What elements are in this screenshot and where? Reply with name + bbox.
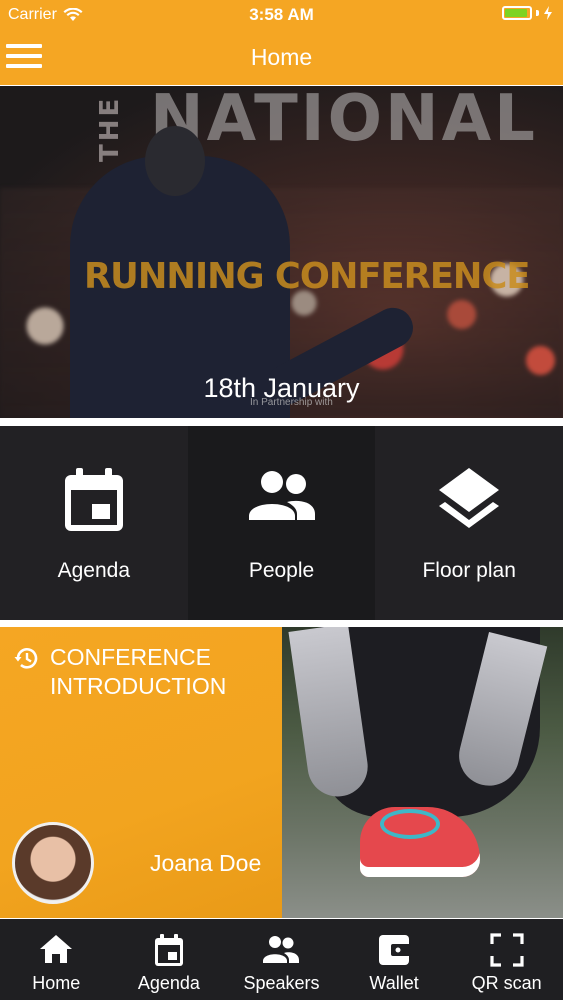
bottom-tab-bar: Home Agenda Speakers Wallet QR scan <box>0 919 563 1000</box>
tab-wallet[interactable]: Wallet <box>338 919 451 1000</box>
charging-bolt-icon <box>544 6 552 20</box>
speaker-head <box>145 126 205 196</box>
tab-speakers-label: Speakers <box>243 973 320 993</box>
qr-scan-icon <box>490 933 524 967</box>
people-icon <box>248 471 315 520</box>
partnership-text: In Partnership with <box>250 397 333 408</box>
status-bar: Carrier 3:58 AM <box>0 0 563 30</box>
layers-icon <box>439 468 500 528</box>
tab-home-label: Home <box>32 973 81 993</box>
tile-people[interactable]: People <box>187 426 376 620</box>
battery-icon <box>502 6 532 20</box>
home-icon <box>40 935 73 963</box>
hero-title-the: THE <box>95 95 125 162</box>
status-time: 3:58 AM <box>249 5 314 24</box>
tile-floor-plan[interactable]: Floor plan <box>375 426 563 620</box>
intro-title: CONFERENCE INTRODUCTION <box>14 643 226 701</box>
tab-qr-scan[interactable]: QR scan <box>450 919 563 1000</box>
tab-home[interactable]: Home <box>0 919 113 1000</box>
speaker-name: Joana Doe <box>150 850 262 876</box>
shoe-laces <box>380 809 440 839</box>
calendar-icon <box>64 468 123 531</box>
hero-title-national: NATIONAL <box>150 86 538 156</box>
tab-agenda[interactable]: Agenda <box>113 919 226 1000</box>
intro-title-line2: INTRODUCTION <box>50 673 227 699</box>
tile-agenda[interactable]: Agenda <box>0 426 188 620</box>
tab-speakers[interactable]: Speakers <box>225 919 338 1000</box>
speaker-avatar <box>12 822 94 904</box>
hero-title-running: RUNNING CONFERENCE <box>84 256 530 297</box>
calendar-icon <box>154 934 183 966</box>
tile-floor-plan-label: Floor plan <box>422 559 516 582</box>
tile-agenda-label: Agenda <box>57 559 131 582</box>
conference-intro-card[interactable]: CONFERENCE INTRODUCTION Joana Doe <box>0 627 563 918</box>
history-icon <box>14 648 38 669</box>
intro-title-line1: CONFERENCE <box>50 644 212 670</box>
tab-qr-scan-label: QR scan <box>471 973 542 993</box>
quick-nav-tiles: Agenda People Floor plan <box>0 426 563 620</box>
hero-banner[interactable]: THE NATIONAL RUNNING CONFERENCE 18th Jan… <box>0 86 563 418</box>
people-icon <box>263 936 300 963</box>
wallet-icon <box>379 935 412 965</box>
tab-wallet-label: Wallet <box>369 973 419 993</box>
tab-agenda-label: Agenda <box>137 973 200 993</box>
battery-indicator <box>502 6 553 20</box>
tile-people-label: People <box>248 559 315 582</box>
page-title: Home <box>250 44 313 70</box>
app-header: Home <box>0 30 563 85</box>
